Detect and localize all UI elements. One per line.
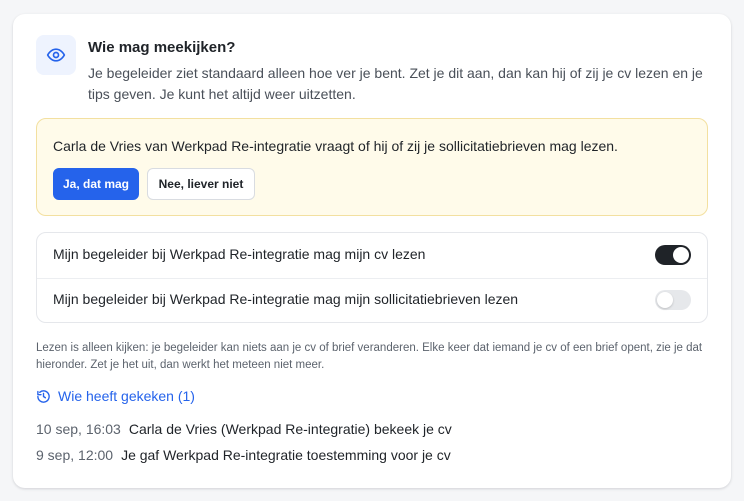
history-entry-time: 9 sep, 12:00 <box>36 447 114 463</box>
accept-button[interactable]: Ja, dat mag <box>53 168 139 200</box>
history-entry: 9 sep, 12:00 Je gaf Werkpad Re-integratie… <box>36 447 451 463</box>
permission-row-letters: Mijn begeleider bij Werkpad Re-integrati… <box>37 278 707 322</box>
access-request-banner: Carla de Vries van Werkpad Re-integratie… <box>36 118 708 216</box>
card-description: Je begeleider ziet standaard alleen hoe … <box>88 65 703 102</box>
card-title: Wie mag meekijken? <box>88 39 236 56</box>
info-note: Lezen is alleen kijken: je begeleider ka… <box>36 342 703 371</box>
permission-label-letters: Mijn begeleider bij Werkpad Re-integrati… <box>53 291 519 307</box>
toggle-knob <box>657 292 673 308</box>
history-entry-time: 10 sep, 16:03 <box>36 421 121 437</box>
access-request-text: Carla de Vries van Werkpad Re-integratie… <box>53 138 618 154</box>
history-entry-text: Je gaf Werkpad Re-integratie toestemming… <box>121 447 451 463</box>
history-link[interactable]: Wie heeft gekeken (1) <box>36 388 195 404</box>
permission-label-cv: Mijn begeleider bij Werkpad Re-integrati… <box>53 246 426 262</box>
history-entry: 10 sep, 16:03 Carla de Vries (Werkpad Re-… <box>36 421 452 437</box>
decline-button[interactable]: Nee, liever niet <box>147 168 255 200</box>
toggle-letters[interactable] <box>655 290 691 310</box>
permission-row-cv: Mijn begeleider bij Werkpad Re-integrati… <box>37 233 707 279</box>
history-entry-text: Carla de Vries (Werkpad Re-integratie) b… <box>128 421 452 437</box>
history-link-label: Wie heeft gekeken (1) <box>58 388 195 404</box>
eye-icon <box>36 35 76 75</box>
toggle-cv[interactable] <box>655 245 691 265</box>
toggle-knob <box>673 247 689 263</box>
permission-toggles: Mijn begeleider bij Werkpad Re-integrati… <box>36 232 708 323</box>
privacy-card: Wie mag meekijken? Je begeleider ziet st… <box>13 14 731 488</box>
history-icon <box>36 389 51 404</box>
